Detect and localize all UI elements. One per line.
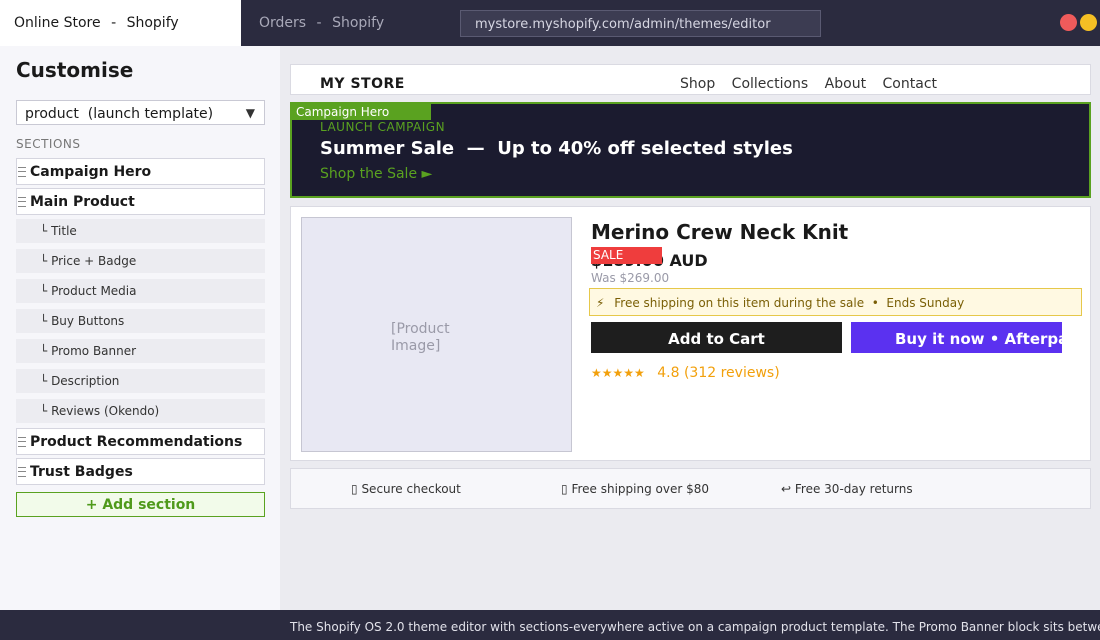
section-label: Trust Badges: [30, 464, 133, 480]
block-promo-banner[interactable]: └ Promo Banner: [16, 339, 265, 363]
section-product-recommendations[interactable]: Product Recommendations: [16, 428, 265, 455]
sale-badge: SALE: [591, 247, 662, 264]
minimize-window-icon[interactable]: [1080, 14, 1097, 31]
tab-title: Orders: [259, 15, 307, 31]
tab-orders[interactable]: Orders - Shopify: [259, 15, 384, 31]
trust-badge-label: Free shipping over $80: [571, 482, 709, 496]
block-label: Product Media: [51, 284, 137, 298]
reviews-text: 4.8 (312 reviews): [657, 365, 780, 381]
section-campaign-hero[interactable]: Campaign Hero: [16, 158, 265, 185]
block-label: Reviews (Okendo): [51, 404, 160, 418]
campaign-hero-section[interactable]: Campaign Hero LAUNCH CAMPAIGN Summer Sal…: [290, 102, 1091, 198]
product-reviews[interactable]: ★★★★★ 4.8 (312 reviews): [591, 365, 780, 381]
browser-bar: Online Store - Shopify Orders - Shopify …: [0, 0, 1100, 46]
lightning-icon: ⚡: [596, 296, 605, 310]
trust-badge-label: Secure checkout: [361, 482, 461, 496]
block-label: Title: [51, 224, 77, 238]
product-title: Merino Crew Neck Knit: [591, 220, 849, 244]
nav-link-shop[interactable]: Shop: [680, 76, 715, 92]
theme-preview: MY STORE Shop Collections About Contact …: [280, 46, 1100, 610]
trust-badges-section: ▯ Secure checkout ▯ Free shipping over $…: [290, 468, 1091, 509]
trust-badge-secure-checkout: ▯ Secure checkout: [351, 482, 461, 496]
block-branch-icon: └: [40, 404, 48, 418]
block-branch-icon: └: [40, 254, 48, 268]
block-label: Description: [51, 374, 120, 388]
block-branch-icon: └: [40, 314, 48, 328]
tab-site: Shopify: [126, 15, 179, 31]
block-reviews[interactable]: └ Reviews (Okendo): [16, 399, 265, 423]
tab-site: Shopify: [332, 15, 385, 31]
caption-text: The Shopify OS 2.0 theme editor with sec…: [290, 620, 1100, 634]
template-select[interactable]: product (launch template) ▼: [16, 100, 265, 125]
nav-link-contact[interactable]: Contact: [883, 76, 937, 92]
block-price-badge[interactable]: └ Price + Badge: [16, 249, 265, 273]
editor-sidebar: Customise product (launch template) ▼ SE…: [0, 46, 280, 610]
caption-bar: The Shopify OS 2.0 theme editor with sec…: [0, 610, 1100, 640]
add-to-cart-button[interactable]: Add to Cart: [591, 322, 842, 353]
block-buy-buttons[interactable]: └ Buy Buttons: [16, 309, 265, 333]
add-section-button[interactable]: + Add section: [16, 492, 265, 517]
section-label: Campaign Hero: [30, 164, 152, 180]
address-bar[interactable]: mystore.myshopify.com/admin/themes/edito…: [460, 10, 821, 37]
store-nav: Shop Collections About Contact: [680, 76, 949, 92]
truck-icon: ▯: [561, 482, 568, 496]
hero-eyebrow: LAUNCH CAMPAIGN: [320, 120, 446, 134]
tab-separator: -: [111, 15, 117, 31]
trust-badge-free-returns: ↩ Free 30-day returns: [781, 482, 913, 496]
block-label: Promo Banner: [51, 344, 137, 358]
buy-now-afterpay-button[interactable]: Buy it now • Afterpay: [851, 322, 1062, 353]
promo-banner: ⚡ Free shipping on this item during the …: [589, 288, 1082, 316]
block-product-media[interactable]: └ Product Media: [16, 279, 265, 303]
drag-handle-icon[interactable]: [18, 167, 26, 177]
return-icon: ↩: [781, 482, 792, 496]
block-branch-icon: └: [40, 374, 48, 388]
block-title[interactable]: └ Title: [16, 219, 265, 243]
block-label: Price + Badge: [51, 254, 137, 268]
hero-title: Summer Sale — Up to 40% off selected sty…: [320, 138, 793, 159]
close-window-icon[interactable]: [1060, 14, 1077, 31]
block-label: Buy Buttons: [51, 314, 125, 328]
star-rating-icon: ★★★★★: [591, 366, 645, 380]
sidebar-title: Customise: [16, 58, 134, 82]
chevron-down-icon: ▼: [245, 106, 255, 120]
store-logo[interactable]: MY STORE: [320, 76, 405, 92]
nav-link-collections[interactable]: Collections: [732, 76, 809, 92]
block-description[interactable]: └ Description: [16, 369, 265, 393]
product-image-placeholder[interactable]: [Product Image]: [301, 217, 572, 452]
trust-badge-label: Free 30-day returns: [794, 482, 913, 496]
trust-badge-free-shipping: ▯ Free shipping over $80: [561, 482, 709, 496]
template-select-value: product (launch template): [25, 106, 214, 122]
drag-handle-icon[interactable]: [18, 197, 26, 207]
lock-icon: ▯: [351, 482, 358, 496]
section-main-product[interactable]: Main Product: [16, 188, 265, 215]
compare-at-price: Was $269.00: [591, 271, 670, 285]
promo-banner-text: Free shipping on this item during the sa…: [614, 296, 965, 310]
section-label: Product Recommendations: [30, 434, 243, 450]
section-label: Main Product: [30, 194, 135, 210]
tab-separator: -: [316, 15, 322, 31]
tab-title: Online Store: [14, 15, 101, 31]
store-header: MY STORE Shop Collections About Contact: [290, 64, 1091, 95]
main-product-section: [Product Image] Merino Crew Neck Knit $1…: [290, 206, 1091, 461]
drag-handle-icon[interactable]: [18, 467, 26, 477]
sections-heading: SECTIONS: [16, 137, 81, 151]
block-branch-icon: └: [40, 284, 48, 298]
hero-cta-link[interactable]: Shop the Sale ►: [320, 166, 432, 182]
block-branch-icon: └: [40, 344, 48, 358]
section-trust-badges[interactable]: Trust Badges: [16, 458, 265, 485]
selected-section-tag: Campaign Hero: [292, 104, 431, 120]
nav-link-about[interactable]: About: [825, 76, 866, 92]
product-image-label: [Product Image]: [391, 321, 450, 354]
block-branch-icon: └: [40, 224, 48, 238]
tab-online-store[interactable]: Online Store - Shopify: [0, 0, 241, 46]
drag-handle-icon[interactable]: [18, 437, 26, 447]
